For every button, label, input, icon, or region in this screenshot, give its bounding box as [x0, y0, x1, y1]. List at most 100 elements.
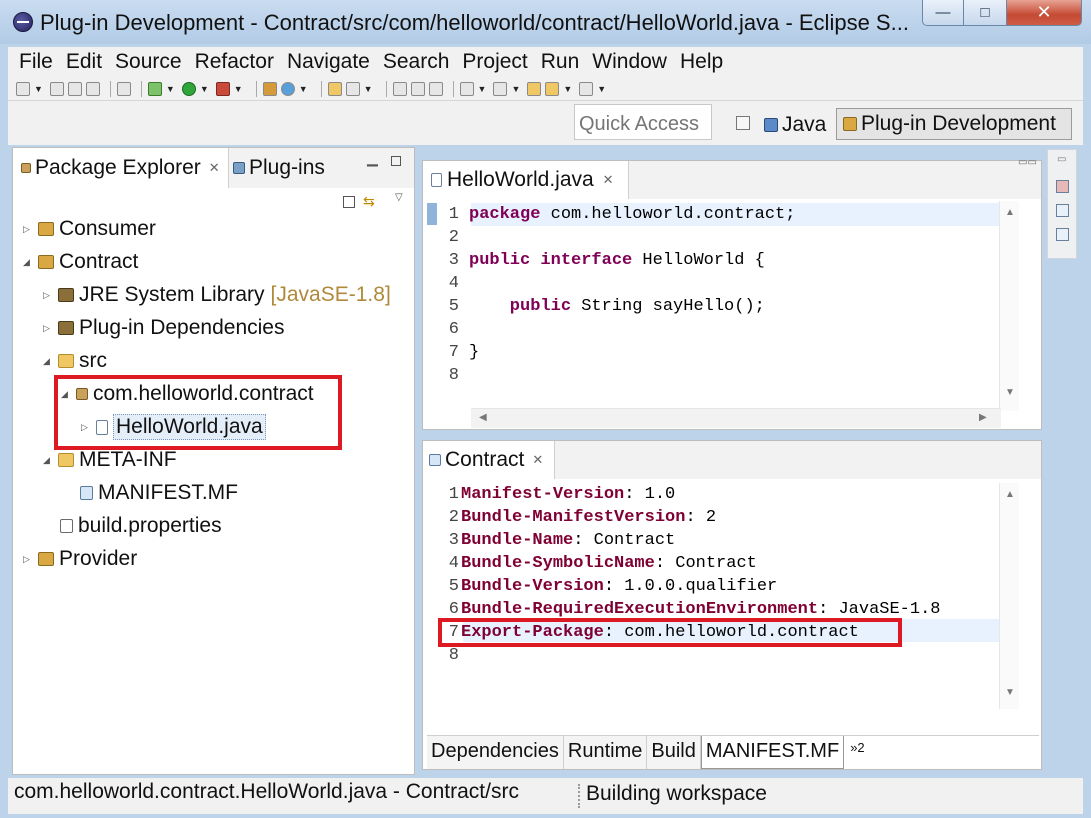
- debug-icon[interactable]: [147, 81, 162, 96]
- show-whitespace-icon[interactable]: [428, 81, 443, 96]
- collapse-icon[interactable]: ◢: [23, 257, 35, 268]
- maximize-button[interactable]: □: [963, 0, 1007, 26]
- close-tab-icon[interactable]: ✕: [209, 160, 220, 176]
- perspective-plugin-development-button[interactable]: Plug-in Development: [836, 108, 1072, 140]
- toggle-block-selection-icon[interactable]: [410, 81, 425, 96]
- previous-annotation-icon[interactable]: [493, 81, 508, 96]
- tab-package-explorer[interactable]: Package Explorer ✕: [13, 148, 229, 188]
- next-annotation-dropdown-icon[interactable]: ▼: [478, 84, 487, 94]
- forward-icon[interactable]: [579, 81, 594, 96]
- scroll-right-icon[interactable]: ▶: [979, 412, 987, 423]
- link-with-editor-icon[interactable]: ⇆: [363, 193, 375, 210]
- menu-project[interactable]: Project: [462, 50, 527, 74]
- code-line[interactable]: 3 public interface HelloWorld {: [433, 249, 765, 272]
- external-tools-icon[interactable]: [215, 81, 230, 96]
- expand-icon[interactable]: ▷: [43, 290, 55, 301]
- close-tab-icon[interactable]: ✕: [603, 172, 614, 188]
- minimize-view-icon[interactable]: ▁: [367, 150, 378, 167]
- restore-icon[interactable]: ▭: [1057, 154, 1066, 165]
- code-line[interactable]: 5 public String sayHello();: [433, 295, 765, 318]
- perspective-java-button[interactable]: Java: [764, 110, 826, 140]
- scroll-down-icon[interactable]: ▼: [1005, 687, 1015, 698]
- skip-breakpoints-icon[interactable]: [116, 81, 131, 96]
- expand-icon[interactable]: ▷: [23, 554, 35, 565]
- tree-item-contract[interactable]: ◢ Contract: [23, 247, 138, 277]
- menu-navigate[interactable]: Navigate: [287, 50, 370, 74]
- code-line[interactable]: 1 package com.helloworld.contract;: [433, 203, 796, 226]
- menu-source[interactable]: Source: [115, 50, 182, 74]
- tab-contract[interactable]: Contract ✕: [423, 441, 555, 479]
- save-all-icon[interactable]: [67, 81, 82, 96]
- menu-help[interactable]: Help: [680, 50, 723, 74]
- tree-item-jre-system-library[interactable]: ▷ JRE System Library [JavaSE-1.8]: [43, 280, 391, 310]
- manifest-line[interactable]: 2 Bundle-ManifestVersion: 2: [423, 506, 716, 529]
- tree-item-plugin-dependencies[interactable]: ▷ Plug-in Dependencies: [43, 313, 284, 343]
- code-line[interactable]: 7 }: [433, 341, 479, 364]
- editor-vertical-scrollbar[interactable]: ▲ ▼: [999, 201, 1019, 411]
- outline-view-icon[interactable]: [1056, 204, 1069, 217]
- more-tabs-button[interactable]: »2: [844, 736, 868, 769]
- collapse-all-icon[interactable]: [343, 196, 355, 208]
- code-line[interactable]: 2: [433, 226, 463, 249]
- tree-item-build-properties[interactable]: build.properties: [45, 511, 222, 541]
- tab-helloworld-java[interactable]: HelloWorld.java ✕: [423, 161, 629, 199]
- tab-manifest-mf[interactable]: MANIFEST.MF: [700, 736, 845, 769]
- code-line[interactable]: 4: [433, 272, 463, 295]
- manifest-line[interactable]: 5 Bundle-Version: 1.0.0.qualifier: [423, 575, 777, 598]
- search-icon[interactable]: [345, 81, 360, 96]
- tree-item-provider[interactable]: ▷ Provider: [23, 544, 137, 574]
- new-java-class-icon[interactable]: [280, 81, 295, 96]
- print-icon[interactable]: [85, 81, 100, 96]
- tab-dependencies[interactable]: Dependencies: [427, 736, 564, 769]
- tab-build[interactable]: Build: [647, 736, 701, 769]
- code-line[interactable]: 8: [433, 364, 463, 387]
- run-dropdown-icon[interactable]: ▼: [200, 84, 209, 94]
- menu-window[interactable]: Window: [592, 50, 667, 74]
- run-icon[interactable]: [181, 81, 196, 96]
- maximize-view-icon[interactable]: [391, 156, 401, 166]
- open-type-icon[interactable]: [327, 81, 342, 96]
- scroll-down-icon[interactable]: ▼: [1005, 387, 1015, 398]
- close-button[interactable]: ✕: [1006, 0, 1082, 26]
- manifest-line[interactable]: 4 Bundle-SymbolicName: Contract: [423, 552, 757, 575]
- next-annotation-icon[interactable]: [459, 81, 474, 96]
- external-tools-dropdown-icon[interactable]: ▼: [234, 84, 243, 94]
- save-icon[interactable]: [49, 81, 64, 96]
- manifest-line[interactable]: 3 Bundle-Name: Contract: [423, 529, 675, 552]
- new-dropdown-icon[interactable]: ▼: [34, 84, 43, 94]
- debug-dropdown-icon[interactable]: ▼: [166, 84, 175, 94]
- scroll-up-icon[interactable]: ▲: [1005, 489, 1015, 500]
- expand-icon[interactable]: ▷: [43, 323, 55, 334]
- code-line[interactable]: 6: [433, 318, 463, 341]
- tree-item-consumer[interactable]: ▷ Consumer: [23, 214, 156, 244]
- collapse-icon[interactable]: ◢: [43, 356, 55, 367]
- minimize-button[interactable]: —: [922, 0, 964, 26]
- menu-refactor[interactable]: Refactor: [195, 50, 274, 74]
- tree-item-src[interactable]: ◢ src: [43, 346, 107, 376]
- new-icon[interactable]: [16, 81, 30, 96]
- tab-runtime[interactable]: Runtime: [563, 736, 648, 769]
- manifest-line[interactable]: 1 Manifest-Version: 1.0: [423, 483, 675, 506]
- toggle-mark-occurrences-icon[interactable]: [392, 81, 407, 96]
- menu-file[interactable]: File: [19, 50, 53, 74]
- scroll-left-icon[interactable]: ◀: [479, 412, 487, 423]
- console-view-icon[interactable]: [1056, 180, 1069, 193]
- collapse-icon[interactable]: ◢: [43, 455, 55, 466]
- menu-search[interactable]: Search: [383, 50, 450, 74]
- editor-minmax-icon[interactable]: ▭▭: [1018, 157, 1037, 168]
- scroll-up-icon[interactable]: ▲: [1005, 207, 1015, 218]
- view-menu-icon[interactable]: ▽: [395, 192, 403, 203]
- expand-icon[interactable]: ▷: [23, 224, 35, 235]
- tree-item-manifest[interactable]: MANIFEST.MF: [65, 478, 238, 508]
- task-list-view-icon[interactable]: [1056, 228, 1069, 241]
- back-dropdown-icon[interactable]: ▼: [563, 84, 572, 94]
- open-perspective-icon[interactable]: [736, 116, 750, 130]
- new-java-package-icon[interactable]: [262, 81, 277, 96]
- menu-edit[interactable]: Edit: [66, 50, 102, 74]
- quick-access-input[interactable]: [574, 104, 712, 140]
- manifest-line[interactable]: 8: [423, 644, 461, 667]
- close-tab-icon[interactable]: ✕: [532, 452, 543, 468]
- search-dropdown-icon[interactable]: ▼: [364, 84, 373, 94]
- new-class-dropdown-icon[interactable]: ▼: [299, 84, 308, 94]
- forward-dropdown-icon[interactable]: ▼: [597, 84, 606, 94]
